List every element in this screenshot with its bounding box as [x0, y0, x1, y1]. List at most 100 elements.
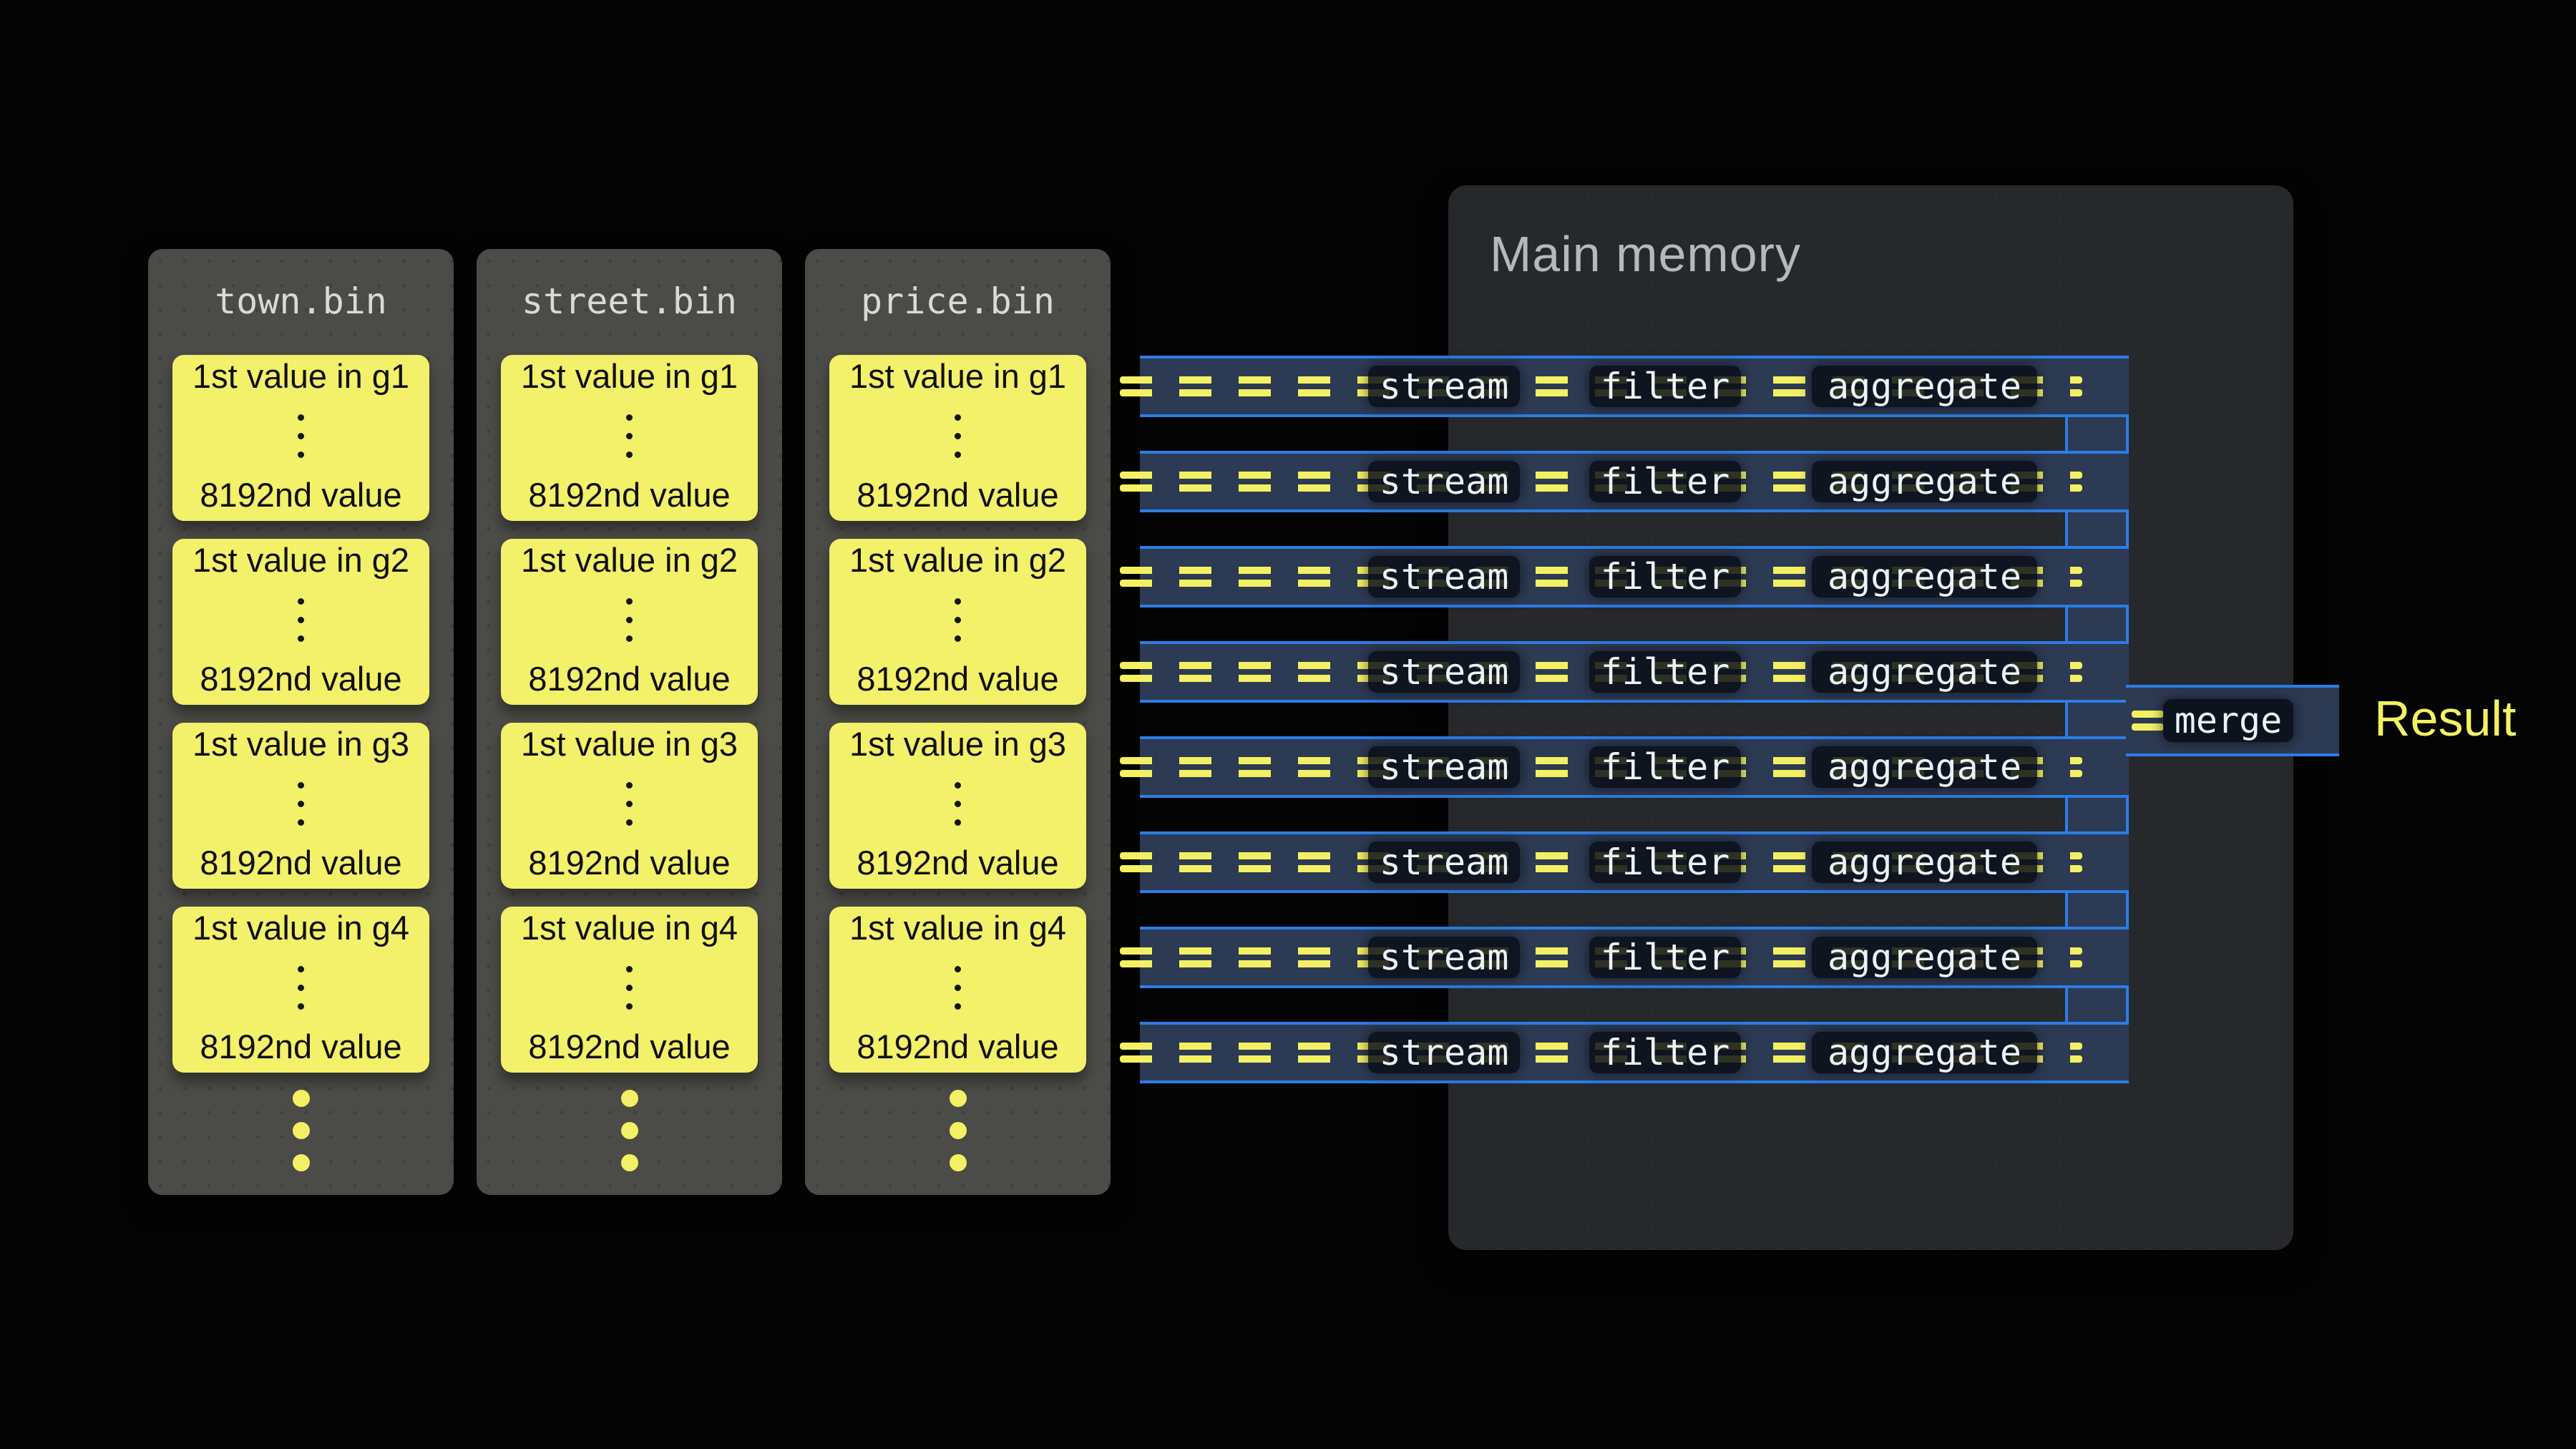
- group-last-value: 8192nd value: [528, 844, 730, 882]
- pipeline-row: stream filter aggregate: [1140, 736, 2129, 798]
- pipeline-gap-edge: [2065, 798, 2068, 831]
- value-group-block: 1st value in g3 8192nd value: [501, 723, 758, 889]
- more-groups-ellipsis-icon: [477, 1090, 782, 1171]
- stage-label-filter: filter: [1589, 937, 1741, 978]
- stage-label-aggregate: aggregate: [1812, 366, 2037, 407]
- vertical-ellipsis-icon: [955, 966, 961, 1010]
- pipeline-row: stream filter aggregate: [1140, 831, 2129, 893]
- file-column-street: street.bin 1st value in g1 8192nd value …: [477, 249, 782, 1195]
- diagram-canvas: Main memory town.bin 1st value in g1 819…: [0, 0, 2576, 1449]
- file-column-town: town.bin 1st value in g1 8192nd value 1s…: [148, 249, 454, 1195]
- stage-label-merge: merge: [2163, 699, 2293, 742]
- more-groups-ellipsis-icon: [805, 1090, 1111, 1171]
- stage-label-stream: stream: [1368, 651, 1520, 693]
- group-first-value: 1st value in g4: [192, 909, 409, 947]
- pipeline-gap-edge: [2065, 417, 2068, 451]
- pipeline-gap-edge: [2065, 988, 2068, 1022]
- pipeline-gap-edge: [2065, 512, 2068, 546]
- pipeline-row: stream filter aggregate: [1140, 641, 2129, 703]
- stage-label-aggregate: aggregate: [1812, 937, 2037, 978]
- stage-label-stream: stream: [1368, 937, 1520, 978]
- pipeline-gap-edge: [2065, 703, 2068, 736]
- pipeline-row: stream filter aggregate: [1140, 546, 2129, 608]
- group-last-value: 8192nd value: [528, 660, 730, 698]
- data-flow-dashes-icon: [2132, 723, 2164, 731]
- stage-label-aggregate: aggregate: [1812, 461, 2037, 502]
- stage-label-aggregate: aggregate: [1812, 746, 2037, 788]
- pipeline-gap-edge: [2065, 893, 2068, 927]
- vertical-ellipsis-icon: [955, 414, 961, 458]
- group-last-value: 8192nd value: [200, 477, 401, 514]
- file-column-price: price.bin 1st value in g1 8192nd value 1…: [805, 249, 1111, 1195]
- group-first-value: 1st value in g1: [849, 358, 1066, 395]
- vertical-ellipsis-icon: [298, 414, 304, 458]
- vertical-ellipsis-icon: [955, 782, 961, 826]
- stage-label-stream: stream: [1368, 746, 1520, 788]
- stage-label-stream: stream: [1368, 366, 1520, 407]
- vertical-ellipsis-icon: [298, 598, 304, 642]
- value-group-block: 1st value in g1 8192nd value: [501, 355, 758, 521]
- more-groups-ellipsis-icon: [148, 1090, 454, 1171]
- stage-label-filter: filter: [1589, 556, 1741, 597]
- vertical-ellipsis-icon: [626, 782, 633, 826]
- pipeline-row: stream filter aggregate: [1140, 927, 2129, 988]
- stage-label-filter: filter: [1589, 461, 1741, 502]
- group-first-value: 1st value in g4: [849, 909, 1066, 947]
- stage-label-filter: filter: [1589, 841, 1741, 883]
- stage-label-stream: stream: [1368, 556, 1520, 597]
- group-first-value: 1st value in g3: [521, 726, 738, 763]
- value-group-block: 1st value in g1 8192nd value: [829, 355, 1086, 521]
- stage-label-stream: stream: [1368, 1032, 1520, 1073]
- stage-label-stream: stream: [1368, 461, 1520, 502]
- stage-label-filter: filter: [1589, 746, 1741, 788]
- stage-label-aggregate: aggregate: [1812, 651, 2037, 693]
- group-first-value: 1st value in g2: [521, 542, 738, 579]
- file-name-price: price.bin: [805, 280, 1111, 322]
- group-first-value: 1st value in g3: [849, 726, 1066, 763]
- vertical-ellipsis-icon: [626, 598, 633, 642]
- stage-label-filter: filter: [1589, 366, 1741, 407]
- merge-band: merge: [2126, 685, 2339, 756]
- group-last-value: 8192nd value: [200, 844, 401, 882]
- value-group-block: 1st value in g4 8192nd value: [829, 907, 1086, 1073]
- group-last-value: 8192nd value: [857, 844, 1058, 882]
- value-group-block: 1st value in g3 8192nd value: [829, 723, 1086, 889]
- value-group-block: 1st value in g2 8192nd value: [172, 539, 429, 705]
- group-last-value: 8192nd value: [857, 1028, 1058, 1065]
- value-group-block: 1st value in g2 8192nd value: [501, 539, 758, 705]
- stage-label-aggregate: aggregate: [1812, 841, 2037, 883]
- result-label: Result: [2374, 693, 2516, 744]
- value-group-block: 1st value in g1 8192nd value: [172, 355, 429, 521]
- pipeline-gap-edge: [2065, 608, 2068, 641]
- group-first-value: 1st value in g1: [521, 358, 738, 395]
- file-name-town: town.bin: [148, 280, 454, 322]
- group-first-value: 1st value in g3: [192, 726, 409, 763]
- vertical-ellipsis-icon: [626, 966, 633, 1010]
- group-first-value: 1st value in g2: [192, 542, 409, 579]
- pipeline-row: stream filter aggregate: [1140, 1022, 2129, 1083]
- group-first-value: 1st value in g2: [849, 542, 1066, 579]
- value-group-block: 1st value in g4 8192nd value: [501, 907, 758, 1073]
- vertical-ellipsis-icon: [298, 782, 304, 826]
- group-last-value: 8192nd value: [200, 1028, 401, 1065]
- group-last-value: 8192nd value: [200, 660, 401, 698]
- stage-label-filter: filter: [1589, 1032, 1741, 1073]
- stage-label-aggregate: aggregate: [1812, 556, 2037, 597]
- vertical-ellipsis-icon: [626, 414, 633, 458]
- group-last-value: 8192nd value: [528, 1028, 730, 1065]
- group-last-value: 8192nd value: [857, 477, 1058, 514]
- stage-label-stream: stream: [1368, 841, 1520, 883]
- group-last-value: 8192nd value: [857, 660, 1058, 698]
- vertical-ellipsis-icon: [955, 598, 961, 642]
- group-first-value: 1st value in g1: [192, 358, 409, 395]
- pipeline-row: stream filter aggregate: [1140, 451, 2129, 512]
- pipeline-row: stream filter aggregate: [1140, 356, 2129, 417]
- file-name-street: street.bin: [477, 280, 782, 322]
- value-group-block: 1st value in g2 8192nd value: [829, 539, 1086, 705]
- stage-label-aggregate: aggregate: [1812, 1032, 2037, 1073]
- value-group-block: 1st value in g4 8192nd value: [172, 907, 429, 1073]
- stage-label-filter: filter: [1589, 651, 1741, 693]
- data-flow-dashes-icon: [2132, 711, 2164, 718]
- value-group-block: 1st value in g3 8192nd value: [172, 723, 429, 889]
- main-memory-title: Main memory: [1490, 225, 1801, 283]
